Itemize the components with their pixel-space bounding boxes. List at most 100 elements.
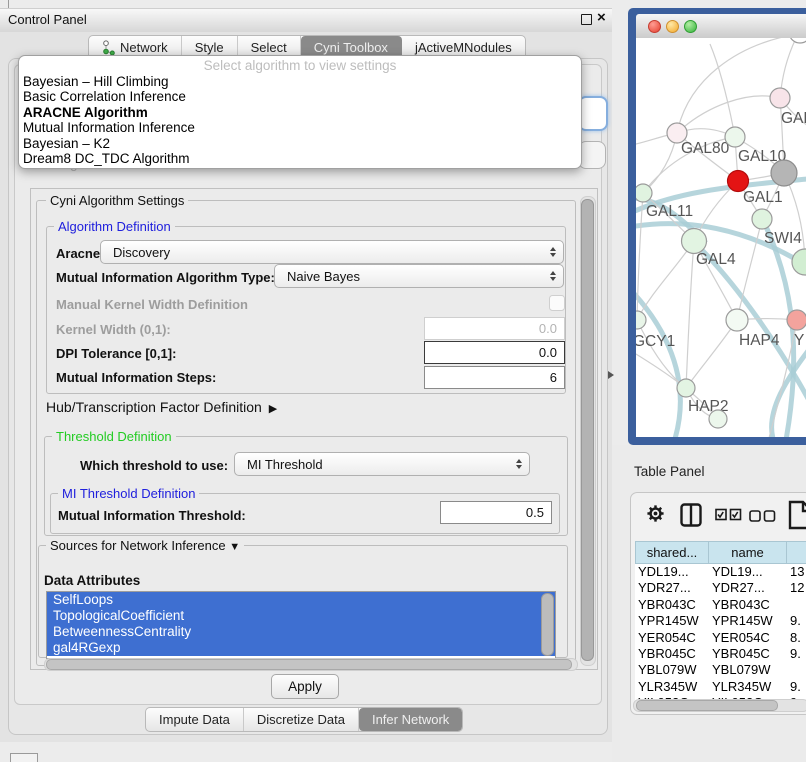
split-columns-icon[interactable] (680, 503, 702, 532)
aracne-mode-combo[interactable]: Discovery (100, 240, 564, 264)
attributes-vscrollbar-thumb[interactable] (541, 593, 554, 656)
network-node[interactable] (792, 249, 806, 275)
algorithm-option[interactable]: ARACNE Algorithm (19, 105, 581, 120)
algorithm-option[interactable]: Bayesian – K2 (19, 136, 581, 151)
mi-type-combo[interactable]: Naive Bayes (274, 264, 564, 288)
tab-label: Select (251, 40, 287, 55)
table-row[interactable]: YBR043CYBR043C (635, 597, 806, 613)
tab-impute-data[interactable]: Impute Data (146, 708, 244, 731)
network-node[interactable] (789, 38, 806, 43)
table-header-row: shared...nameA (635, 541, 806, 564)
network-edge (636, 283, 680, 437)
bottom-corner-button[interactable] (10, 753, 38, 762)
data-attribute-item[interactable]: SelfLoops (47, 592, 555, 608)
table-hscrollbar-thumb[interactable] (636, 700, 778, 711)
table-column-header[interactable]: A (787, 541, 806, 564)
data-attributes-list[interactable]: SelfLoopsTopologicalCoefficientBetweenne… (46, 591, 556, 659)
network-window-titlebar[interactable] (636, 14, 806, 39)
table-row[interactable]: YBR045CYBR045C9. (635, 646, 806, 662)
tab-label: jActiveMNodules (415, 40, 512, 55)
table-cell: YER054C (709, 630, 787, 646)
table-cell: 12 (787, 580, 806, 596)
hidden-combo-fragment (578, 141, 606, 169)
network-node[interactable] (682, 229, 707, 254)
data-attribute-item[interactable]: gal4RGexp (47, 640, 555, 656)
dpi-tolerance-field[interactable]: 0.0 (424, 341, 565, 364)
table-cell: YPR145W (709, 613, 787, 629)
algorithm-option[interactable]: Dream8 DC_TDC Algorithm (19, 151, 581, 166)
table-panel-box: shared...nameA YDL19...YDL19...13YDR27..… (630, 492, 806, 715)
mi-steps-value: 6 (550, 370, 557, 385)
algorithm-option[interactable]: Bayesian – Hill Climbing (19, 74, 581, 89)
file-icon[interactable] (788, 500, 806, 535)
settings-vscrollbar-thumb[interactable] (581, 199, 594, 661)
table-cell: YLR345W (635, 679, 709, 695)
network-node-label: Y (794, 332, 804, 349)
table-row[interactable]: YBL079WYBL079W (635, 662, 806, 678)
network-node[interactable] (636, 184, 652, 202)
network-icon (102, 40, 115, 55)
network-node[interactable] (752, 209, 772, 229)
network-node[interactable] (725, 127, 745, 147)
table-row[interactable]: YDL19...YDL19...13 (635, 564, 806, 580)
close-icon[interactable]: × (597, 9, 606, 26)
table-row[interactable]: YER054CYER054C8. (635, 630, 806, 646)
checked-boxes-icon[interactable] (715, 508, 742, 526)
sources-group-title[interactable]: Sources for Network Inference ▼ (46, 538, 244, 553)
network-node[interactable] (677, 379, 695, 397)
table-cell (787, 597, 806, 613)
table-cell: 13 (787, 564, 806, 580)
hub-definition-expander[interactable]: Hub/Transcription Factor Definition▶ (46, 399, 277, 415)
apply-button[interactable]: Apply (271, 674, 339, 699)
combo-arrows-icon (550, 271, 556, 281)
network-node-label: SWI4 (764, 230, 802, 247)
unchecked-boxes-icon[interactable] (749, 509, 776, 527)
network-node[interactable] (770, 88, 790, 108)
table-cell: YDR27... (635, 580, 709, 596)
zoom-traffic-light[interactable] (684, 20, 697, 33)
table-column-header[interactable]: shared... (635, 541, 709, 564)
network-node[interactable] (787, 310, 806, 330)
kernel-width-field[interactable]: 0.0 (424, 317, 565, 340)
network-node-label: GAL (781, 110, 806, 127)
threshold-definition-title: Threshold Definition (52, 429, 176, 444)
hidden-combo-focused-fragment (578, 96, 608, 131)
tab-label: Impute Data (159, 712, 230, 727)
network-graph: GALGAL80GAL10GAL1SWI4GAL11GAL4HAP4YGCY1H… (636, 38, 806, 437)
minimize-traffic-light[interactable] (666, 20, 679, 33)
data-attribute-item[interactable]: BetweennessCentrality (47, 624, 555, 640)
network-node[interactable] (771, 160, 797, 186)
manual-kernel-checkbox[interactable] (549, 295, 565, 311)
mi-steps-field[interactable]: 6 (424, 366, 565, 389)
float-window-icon[interactable] (581, 14, 592, 25)
settings-hscrollbar-thumb[interactable] (46, 659, 572, 670)
network-edge (686, 241, 694, 388)
network-node[interactable] (636, 311, 646, 329)
table-cell: YPR145W (635, 613, 709, 629)
panel-divider-arrow[interactable] (608, 371, 614, 379)
data-attribute-item[interactable]: TopologicalCoefficient (47, 608, 555, 624)
algorithm-option[interactable]: Basic Correlation Inference (19, 89, 581, 104)
tab-infer-network[interactable]: Infer Network (359, 708, 462, 731)
table-row[interactable]: YDR27...YDR27...12 (635, 580, 806, 596)
mi-threshold-field[interactable]: 0.5 (440, 501, 552, 524)
network-node[interactable] (709, 410, 727, 428)
network-node-label: GCY1 (636, 333, 675, 350)
network-node-label: GAL4 (696, 251, 736, 268)
algorithm-option[interactable]: Mutual Information Inference (19, 120, 581, 135)
cyni-bottom-tabs: Impute Data Discretize Data Infer Networ… (145, 707, 463, 732)
table-cell: YBR045C (635, 646, 709, 662)
table-body: YDL19...YDL19...13YDR27...YDR27...12YBR0… (635, 564, 806, 701)
table-row[interactable]: YPR145WYPR145W9. (635, 613, 806, 629)
network-node[interactable] (726, 309, 748, 331)
table-column-header[interactable]: name (709, 541, 787, 564)
screen: Control Panel × Network Style Select Cyn… (0, 0, 806, 762)
close-traffic-light[interactable] (648, 20, 661, 33)
gear-icon[interactable] (646, 504, 665, 528)
table-cell: YBR043C (709, 597, 787, 613)
table-row[interactable]: YLR345WYLR345W9. (635, 679, 806, 695)
tab-discretize-data[interactable]: Discretize Data (244, 708, 359, 731)
control-panel-titlebar: Control Panel × (0, 8, 612, 33)
which-threshold-combo[interactable]: MI Threshold (234, 452, 530, 476)
network-view-canvas[interactable]: GALGAL80GAL10GAL1SWI4GAL11GAL4HAP4YGCY1H… (636, 38, 806, 437)
